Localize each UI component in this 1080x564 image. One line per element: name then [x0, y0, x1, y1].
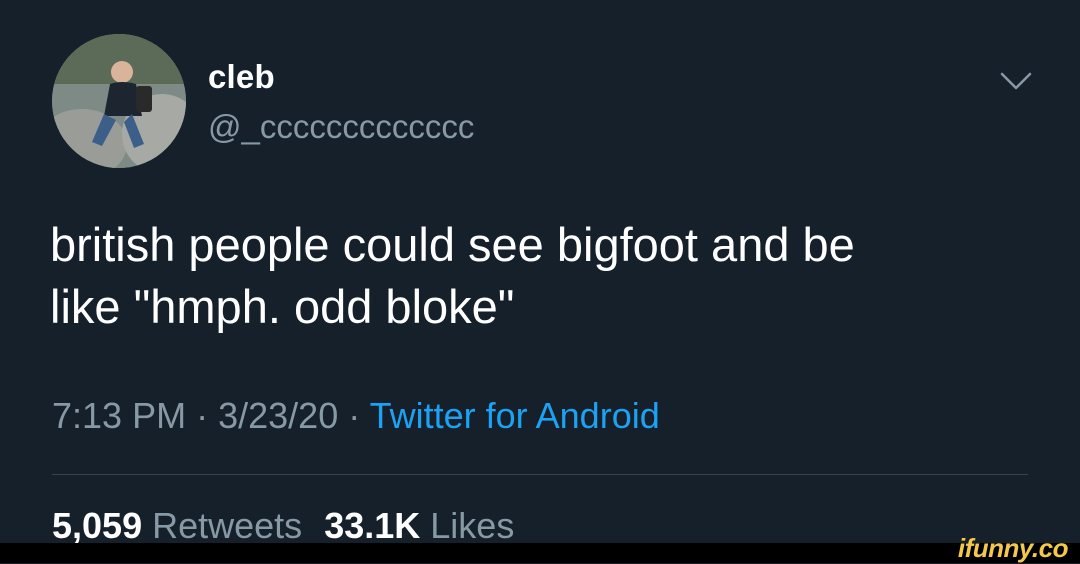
meta-separator: · — [348, 395, 361, 436]
tweet-meta: 7:13 PM · 3/23/20 · Twitter for Android — [52, 395, 660, 437]
display-name[interactable]: cleb — [208, 58, 275, 96]
tweet-source-link[interactable]: Twitter for Android — [370, 395, 660, 436]
likes-label: Likes — [430, 505, 515, 546]
retweets-stat[interactable]: 5,059 Retweets — [52, 505, 302, 546]
meta-separator: · — [196, 395, 209, 436]
username-handle[interactable]: @_ccccccccccccc — [208, 108, 474, 146]
retweets-label: Retweets — [152, 505, 303, 546]
tweet-card: cleb @_ccccccccccccc british people coul… — [0, 0, 1080, 546]
chevron-down-icon[interactable] — [1000, 70, 1032, 92]
tweet-text-line: like "hmph. odd bloke" — [50, 280, 515, 333]
tweet-text-line: british people could see bigfoot and be — [50, 218, 855, 271]
likes-count: 33.1K — [324, 505, 421, 546]
tweet-time[interactable]: 7:13 PM — [52, 395, 186, 436]
tweet-text: british people could see bigfoot and be … — [50, 214, 1050, 338]
tweet-date[interactable]: 3/23/20 — [218, 395, 338, 436]
retweets-count: 5,059 — [52, 505, 143, 546]
avatar[interactable] — [52, 34, 186, 168]
avatar-photo — [52, 34, 186, 168]
watermark-bar — [0, 543, 1080, 563]
site-watermark: ifunny.co — [957, 533, 1069, 563]
tweet-stats: 5,059 Retweets 33.1K Likes — [52, 505, 514, 547]
divider — [52, 474, 1028, 475]
likes-stat[interactable]: 33.1K Likes — [324, 505, 514, 546]
